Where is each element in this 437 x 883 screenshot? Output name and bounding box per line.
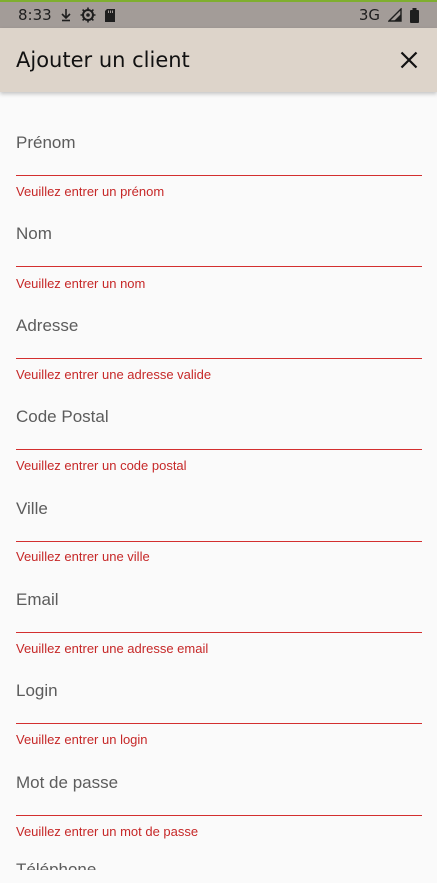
city-field[interactable]: Ville (16, 458, 422, 542)
password-error: Veuillez entrer un mot de passe (16, 824, 199, 839)
settings-icon (80, 7, 96, 23)
network-type: 3G (358, 6, 380, 24)
city-label: Ville (16, 499, 48, 518)
status-bar: 8:33 3G (0, 0, 437, 28)
sd-card-icon (104, 8, 116, 23)
login-label: Login (16, 681, 58, 700)
postal-code-field[interactable]: Code Postal (16, 366, 422, 450)
app-bar: Ajouter un client (0, 28, 437, 92)
last-name-label: Nom (16, 224, 52, 243)
status-left: 8:33 (18, 6, 116, 24)
password-field[interactable]: Mot de passe (16, 732, 422, 816)
close-icon (400, 51, 418, 69)
address-label: Adresse (16, 316, 79, 335)
email-label: Email (16, 590, 59, 609)
email-field[interactable]: Email (16, 549, 422, 633)
last-name-field[interactable]: Nom (16, 183, 422, 267)
signal-icon (388, 8, 402, 22)
first-name-label: Prénom (16, 133, 76, 152)
phone-label-partial: Téléphone (16, 862, 96, 870)
close-button[interactable] (397, 48, 421, 72)
download-icon (60, 8, 72, 22)
status-time: 8:33 (18, 6, 52, 24)
password-label: Mot de passe (16, 773, 119, 792)
first-name-field[interactable]: Prénom (16, 92, 422, 176)
address-field[interactable]: Adresse (16, 275, 422, 359)
login-field[interactable]: Login (16, 640, 422, 724)
page-title: Ajouter un client (16, 48, 190, 72)
status-right: 3G (359, 6, 419, 24)
postal-code-label: Code Postal (16, 407, 109, 426)
battery-icon (410, 7, 419, 23)
